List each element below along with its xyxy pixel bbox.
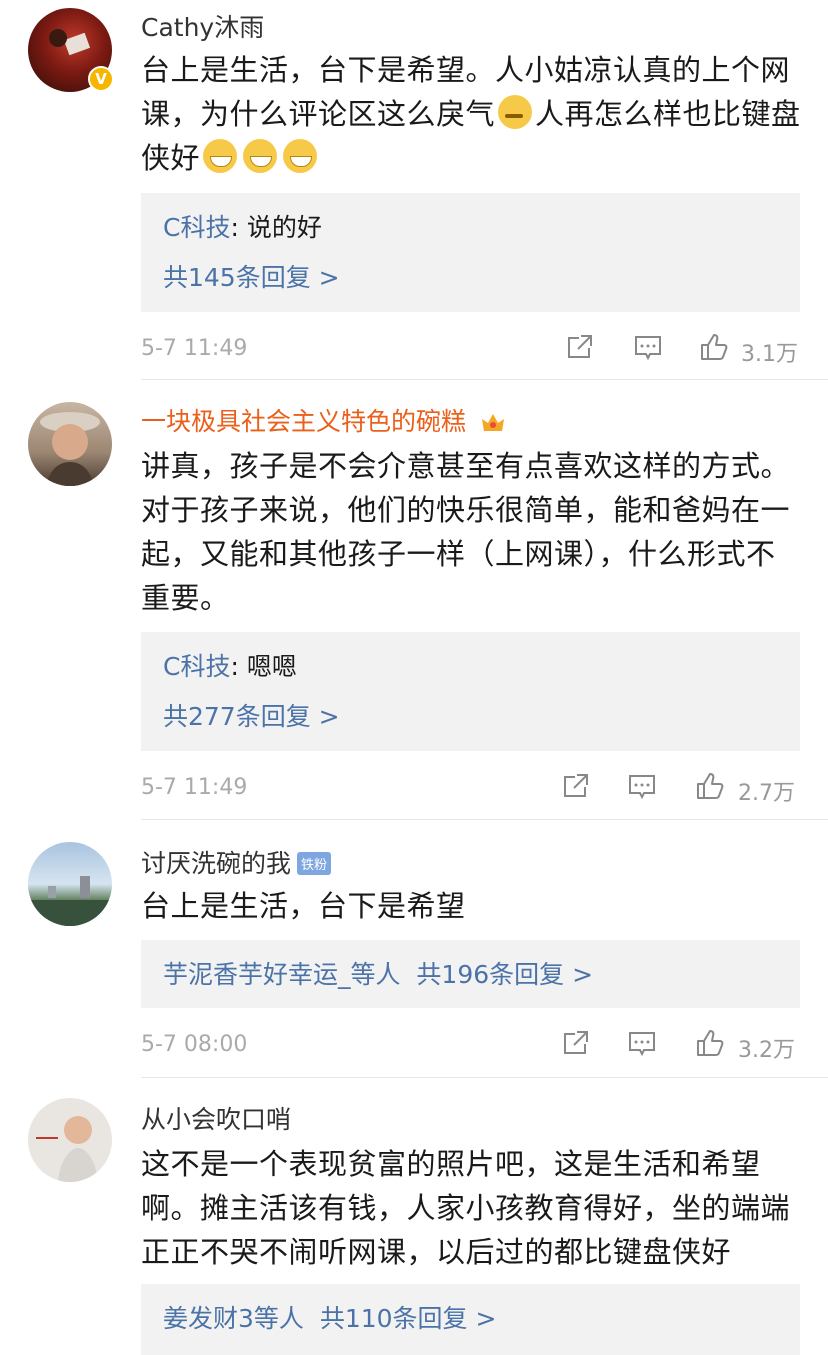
comment-username[interactable]: 从小会吹口哨 — [141, 1100, 291, 1136]
reply-box[interactable]: 姜发财3等人 共110条回复 > — [141, 1284, 800, 1355]
reply-text: : 嗯嗯 — [230, 652, 297, 681]
comment-text: 这不是一个表现贫富的照片吧，这是生活和希望啊。摊主活该有钱，人家小孩教育得好，坐… — [141, 1147, 791, 1269]
grin-emoji-icon — [203, 139, 238, 173]
comment-text: 讲真，孩子是不会介意甚至有点喜欢这样的方式。对于孩子来说，他们的快乐很简单，能和… — [141, 449, 791, 615]
comment-time: 5-7 11:49 — [141, 775, 248, 800]
like-icon[interactable] — [699, 332, 729, 362]
comment-text: 台上是生活，台下是希望 — [141, 889, 466, 923]
comment-item: 讨厌洗碗的我 铁粉 台上是生活，台下是希望 芋泥香芋好幸运_等人 共196条回复 … — [0, 820, 828, 1078]
comment-icon[interactable] — [633, 332, 663, 362]
avatar-image — [40, 412, 100, 486]
reply-preview: 芋泥香芋好幸运_等人 共196条回复 > — [163, 958, 778, 992]
reply-text: : 说的好 — [230, 213, 322, 242]
like-count: 2.7万 — [738, 781, 795, 806]
comment-meta: 5-7 11:49 3.1万 — [141, 332, 801, 367]
reply-summary[interactable]: 芋泥香芋好幸运_等人 — [163, 960, 401, 989]
grin-emoji-icon — [243, 139, 278, 173]
username-text: 讨厌洗碗的我 — [141, 849, 292, 878]
comment-time: 5-7 11:49 — [141, 336, 248, 361]
reply-username[interactable]: C科技 — [163, 213, 230, 242]
reply-box[interactable]: C科技: 说的好 共145条回复 > — [141, 193, 800, 312]
reply-preview: C科技: 嗯嗯 — [163, 650, 778, 684]
comment-item: 一块极具社会主义特色的碗糕 讲真，孩子是不会介意甚至有点喜欢这样的方式。对于孩子… — [0, 380, 828, 820]
reply-count-link[interactable]: 共196条回复 > — [416, 960, 593, 989]
comment-item: V Cathy沐雨 台上是生活，台下是希望。人小姑凉认真的上个网课，为什么评论区… — [0, 0, 828, 380]
member-crown-icon — [481, 414, 504, 431]
avatar-image — [36, 1116, 98, 1182]
reply-preview: 姜发财3等人 共110条回复 > — [163, 1302, 778, 1336]
avatar[interactable] — [28, 842, 112, 926]
like-count: 3.1万 — [741, 342, 798, 367]
share-icon[interactable] — [565, 332, 595, 362]
reply-summary[interactable]: 姜发财3等人 — [163, 1304, 304, 1333]
username-text: 一块极具社会主义特色的碗糕 — [141, 407, 467, 436]
like-count: 3.2万 — [738, 1038, 795, 1063]
reply-box[interactable]: C科技: 嗯嗯 共277条回复 > — [141, 632, 800, 751]
sleepy-emoji-icon — [498, 95, 533, 129]
share-icon[interactable] — [561, 771, 591, 801]
comment-meta: 5-7 11:49 2.7万 — [141, 771, 801, 806]
comment-item: 从小会吹口哨 这不是一个表现贫富的照片吧，这是生活和希望啊。摊主活该有钱，人家小… — [0, 1078, 828, 1355]
avatar[interactable] — [28, 402, 112, 486]
verified-badge-icon: V — [88, 66, 114, 92]
like-icon[interactable] — [695, 1028, 725, 1058]
comment-meta: 5-7 08:00 3.2万 — [141, 1028, 801, 1063]
comment-username[interactable]: Cathy沐雨 — [141, 8, 264, 44]
comment-icon[interactable] — [627, 1028, 657, 1058]
reply-count-link[interactable]: 共277条回复 > — [163, 700, 778, 734]
reply-username[interactable]: C科技 — [163, 652, 230, 681]
comment-text: 台上是生活，台下是希望。人小姑凉认真的上个网课，为什么评论区这么戾气 人再怎么样也… — [141, 48, 801, 180]
reply-box[interactable]: 芋泥香芋好幸运_等人 共196条回复 > — [141, 940, 800, 1008]
fan-badge: 铁粉 — [297, 852, 332, 875]
comment-icon[interactable] — [627, 771, 657, 801]
share-icon[interactable] — [561, 1028, 591, 1058]
reply-preview: C科技: 说的好 — [163, 211, 778, 245]
comment-username[interactable]: 一块极具社会主义特色的碗糕 — [141, 402, 506, 438]
like-icon[interactable] — [695, 771, 725, 801]
grin-emoji-icon — [283, 139, 318, 173]
avatar[interactable] — [28, 1098, 112, 1182]
reply-count-link[interactable]: 共110条回复 > — [320, 1304, 497, 1333]
comment-username[interactable]: 讨厌洗碗的我 铁粉 — [141, 844, 332, 880]
avatar-image — [28, 876, 112, 926]
comment-time: 5-7 08:00 — [141, 1032, 248, 1057]
reply-count-link[interactable]: 共145条回复 > — [163, 261, 778, 295]
